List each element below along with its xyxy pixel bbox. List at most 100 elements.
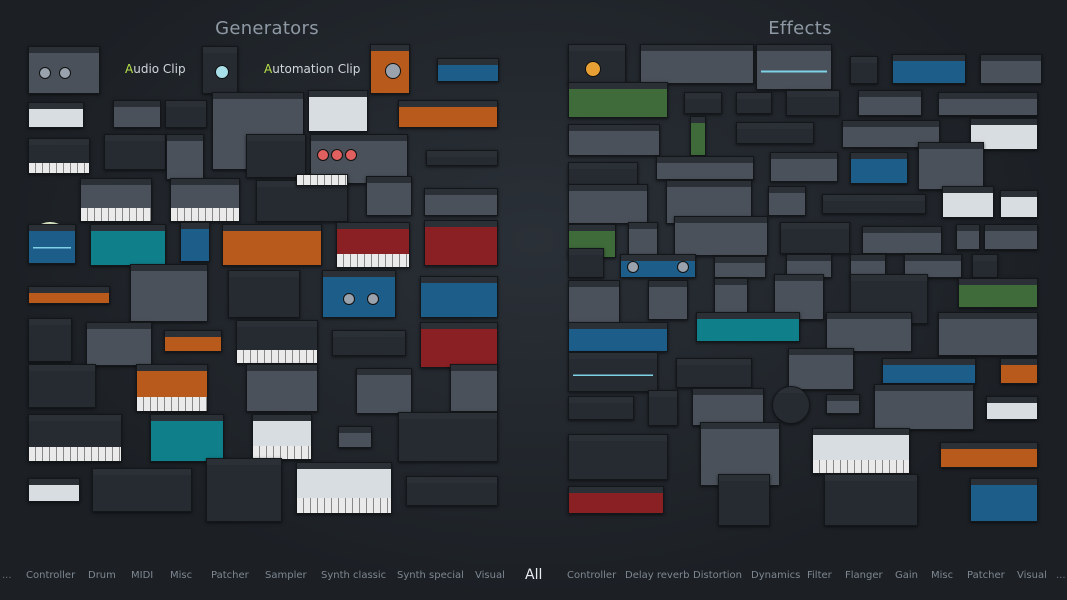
- plugin-thumb[interactable]: [308, 90, 368, 132]
- plugin-thumb[interactable]: [568, 82, 668, 118]
- plugin-thumb[interactable]: [568, 352, 658, 392]
- plugin-thumb[interactable]: [236, 320, 318, 364]
- plugin-thumb[interactable]: [202, 46, 238, 94]
- plugin-thumb[interactable]: [568, 396, 634, 420]
- plugin-thumb[interactable]: [568, 162, 638, 186]
- cat-fx-flanger[interactable]: Flanger: [845, 570, 883, 581]
- plugin-thumb[interactable]: [786, 90, 840, 116]
- plugin-thumb[interactable]: [206, 458, 282, 522]
- plugin-thumb[interactable]: [166, 134, 204, 180]
- cat-fx-distortion[interactable]: Distortion: [693, 570, 742, 581]
- plugin-thumb[interactable]: [336, 222, 410, 268]
- plugin-thumb[interactable]: [568, 184, 648, 224]
- plugin-thumb[interactable]: [28, 224, 76, 264]
- plugin-thumb[interactable]: [938, 92, 1038, 116]
- plugin-thumb[interactable]: [28, 414, 122, 462]
- plugin-thumb[interactable]: [714, 256, 766, 278]
- plugin-thumb[interactable]: [420, 276, 498, 318]
- cat-all[interactable]: All: [525, 567, 542, 583]
- plugin-thumb[interactable]: [104, 134, 166, 170]
- cat-gen-midi[interactable]: MIDI: [131, 570, 153, 581]
- plugin-thumb[interactable]: [696, 312, 800, 342]
- plugin-thumb[interactable]: [980, 54, 1042, 84]
- cat-gen-visual[interactable]: Visual: [475, 570, 505, 581]
- plugin-thumb[interactable]: [674, 216, 768, 256]
- plugin-thumb[interactable]: [398, 412, 498, 462]
- plugin-thumb[interactable]: [130, 264, 208, 322]
- plugin-thumb[interactable]: [692, 388, 764, 426]
- plugin-thumb[interactable]: [648, 280, 688, 320]
- plugin-thumb[interactable]: [822, 194, 926, 214]
- plugin-thumb[interactable]: [640, 44, 754, 84]
- plugin-thumb[interactable]: [86, 322, 152, 366]
- cat-fx-visual[interactable]: Visual: [1017, 570, 1047, 581]
- plugin-thumb[interactable]: [874, 384, 974, 430]
- plugin-thumb[interactable]: [568, 434, 668, 480]
- cat-fx-gain[interactable]: Gain: [895, 570, 918, 581]
- plugin-thumb[interactable]: [882, 358, 976, 384]
- plugin-thumb[interactable]: [826, 312, 912, 352]
- plugin-thumb[interactable]: [406, 476, 498, 506]
- plugin-thumb[interactable]: [568, 486, 664, 514]
- plugin-thumb[interactable]: [656, 156, 754, 180]
- plugin-thumb[interactable]: [568, 280, 620, 324]
- plugin-thumb[interactable]: [690, 116, 706, 156]
- plugin-thumb[interactable]: [228, 270, 300, 318]
- plugin-thumb[interactable]: [984, 224, 1038, 250]
- more-left[interactable]: ...: [2, 570, 12, 581]
- plugin-thumb[interactable]: [850, 152, 908, 184]
- plugin-thumb[interactable]: [426, 150, 498, 166]
- cat-fx-delay-reverb[interactable]: Delay reverb: [625, 570, 689, 581]
- cat-fx-patcher[interactable]: Patcher: [967, 570, 1005, 581]
- plugin-thumb[interactable]: [892, 54, 966, 84]
- plugin-thumb[interactable]: [850, 56, 878, 84]
- plugin-thumb[interactable]: [684, 92, 722, 114]
- plugin-thumb[interactable]: [768, 186, 806, 216]
- plugin-thumb[interactable]: [150, 414, 224, 462]
- plugin-thumb[interactable]: [1000, 358, 1038, 384]
- plugin-thumb[interactable]: [165, 100, 207, 128]
- plugin-thumb[interactable]: [568, 124, 660, 156]
- plugin-thumb[interactable]: [113, 100, 161, 128]
- cat-fx-filter[interactable]: Filter: [807, 570, 832, 581]
- plugin-thumb[interactable]: [437, 58, 499, 82]
- plugin-thumb[interactable]: [568, 248, 604, 278]
- plugin-thumb[interactable]: [92, 468, 192, 512]
- plugin-thumb[interactable]: [1000, 190, 1038, 218]
- plugin-thumb[interactable]: [942, 186, 994, 218]
- plugin-thumb[interactable]: [170, 178, 240, 222]
- plugin-thumb[interactable]: [970, 478, 1038, 522]
- plugin-thumb[interactable]: [28, 364, 96, 408]
- plugin-thumb[interactable]: [28, 318, 72, 362]
- cat-gen-drum[interactable]: Drum: [88, 570, 116, 581]
- cat-gen-sampler[interactable]: Sampler: [265, 570, 307, 581]
- plugin-thumb[interactable]: [770, 152, 838, 182]
- plugin-thumb[interactable]: [568, 44, 626, 84]
- plugin-thumb[interactable]: [366, 176, 412, 216]
- plugin-thumb[interactable]: [788, 348, 854, 390]
- cat-gen-patcher[interactable]: Patcher: [211, 570, 249, 581]
- plugin-thumb[interactable]: [322, 270, 396, 318]
- plugin-thumb[interactable]: [812, 428, 910, 474]
- cat-gen-synth-classic[interactable]: Synth classic: [321, 570, 386, 581]
- plugin-thumb[interactable]: [648, 390, 678, 426]
- plugin-thumb[interactable]: [180, 222, 210, 262]
- plugin-thumb[interactable]: [356, 368, 412, 414]
- plugin-thumb[interactable]: [956, 224, 980, 250]
- plugin-thumb[interactable]: [424, 188, 498, 216]
- plugin-thumb[interactable]: [826, 394, 860, 414]
- plugin-thumb[interactable]: [370, 44, 410, 94]
- plugin-thumb[interactable]: [424, 220, 498, 266]
- plugin-thumb[interactable]: [246, 364, 318, 412]
- plugin-thumb[interactable]: [252, 414, 312, 460]
- cat-gen-controller[interactable]: Controller: [26, 570, 75, 581]
- plugin-thumb[interactable]: [940, 442, 1038, 468]
- plugin-thumb[interactable]: [296, 174, 348, 186]
- plugin-thumb[interactable]: [28, 102, 84, 128]
- plugin-thumb[interactable]: [420, 322, 498, 368]
- plugin-thumb[interactable]: [824, 474, 918, 526]
- audio-clip-label[interactable]: Audio Clip: [125, 62, 186, 76]
- cat-fx-misc[interactable]: Misc: [931, 570, 953, 581]
- plugin-thumb[interactable]: [90, 224, 166, 266]
- plugin-thumb[interactable]: [398, 100, 498, 128]
